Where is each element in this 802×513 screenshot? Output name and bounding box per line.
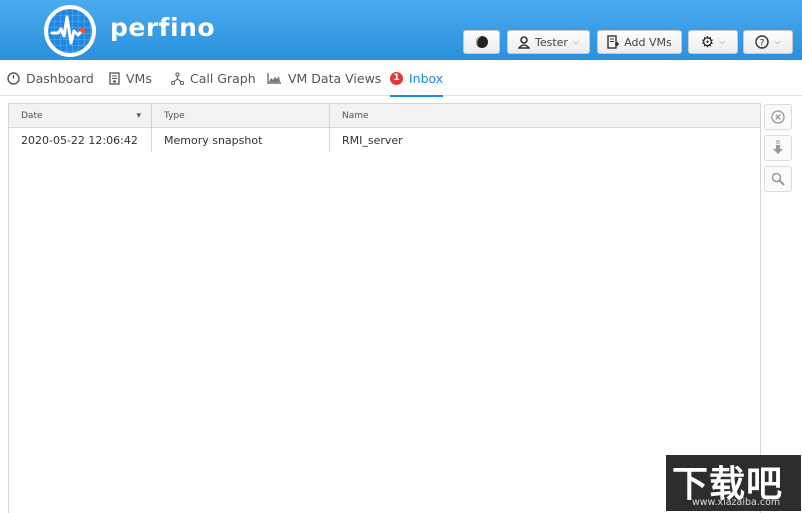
pulse-icon: [48, 9, 92, 53]
column-header-type[interactable]: Type: [152, 104, 330, 128]
settings-menu-button[interactable]: ⚙ ⌵: [688, 30, 738, 54]
tab-call-graph[interactable]: Call Graph: [171, 60, 256, 96]
watermark-url: www.xiazaiba.com: [692, 497, 781, 508]
chart-icon: [267, 73, 281, 84]
svg-text:?: ?: [760, 39, 765, 49]
delete-button[interactable]: [764, 104, 792, 130]
user-label: Tester: [534, 35, 568, 49]
tab-label: VMs: [126, 70, 152, 86]
server-icon: [109, 71, 120, 85]
chevron-down-icon: ⌵: [572, 37, 580, 46]
tab-inbox[interactable]: 1 Inbox: [390, 60, 444, 97]
cell-name: RMI_server: [342, 133, 403, 147]
inbox-table: Date ▾ Type Name 2020-05-22 12:06:42 Mem…: [8, 103, 761, 513]
chevron-down-icon: ⌵: [774, 37, 781, 46]
column-label: Type: [164, 111, 185, 121]
help-menu-button[interactable]: ? ⌵: [743, 30, 793, 54]
brand-name: perfino: [110, 13, 216, 42]
table-row[interactable]: 2020-05-22 12:06:42 Memory snapshot RMI_…: [9, 128, 760, 152]
search-icon: [771, 172, 785, 186]
theme-toggle-icon: [475, 36, 488, 48]
perfino-logo: [44, 5, 96, 57]
tab-vm-data-views[interactable]: VM Data Views: [267, 60, 381, 96]
tab-dashboard[interactable]: Dashboard: [7, 60, 94, 96]
tab-vms[interactable]: VMs: [109, 60, 152, 96]
add-vm-icon: [607, 35, 620, 49]
watermark: 下载吧 www.xiazaiba.com: [666, 455, 801, 511]
close-circle-icon: [771, 110, 785, 124]
user-menu-button[interactable]: Tester ⌵: [507, 30, 590, 54]
column-label: Name: [342, 111, 369, 121]
column-header-name[interactable]: Name: [330, 104, 760, 128]
app-header: perfino Tester ⌵ Add VMs ⚙ ⌵ ? ⌵: [0, 0, 802, 60]
table-header: Date ▾ Type Name: [9, 104, 760, 128]
column-header-date[interactable]: Date ▾: [9, 104, 152, 128]
cell-type: Memory snapshot: [152, 128, 330, 152]
add-vms-label: Add VMs: [624, 35, 672, 49]
chevron-down-icon: ⌵: [719, 37, 726, 46]
user-icon: [517, 35, 530, 49]
view-button[interactable]: [764, 166, 792, 192]
download-button[interactable]: [764, 135, 792, 161]
column-label: Date: [21, 111, 43, 121]
sort-desc-icon: ▾: [136, 111, 141, 121]
add-vms-button[interactable]: Add VMs: [597, 30, 682, 54]
call-graph-icon: [171, 71, 184, 85]
dashboard-icon: [7, 71, 20, 85]
download-icon: [773, 140, 783, 154]
theme-toggle-button[interactable]: [463, 30, 500, 54]
gear-icon: ⚙: [700, 33, 715, 51]
tab-label: Dashboard: [26, 70, 94, 86]
main-tabs: Dashboard VMs Call Graph VM Data Views 1…: [0, 60, 802, 97]
cell-date: 2020-05-22 12:06:42: [9, 128, 152, 152]
tab-label: VM Data Views: [288, 70, 382, 86]
tab-label: Inbox: [409, 70, 444, 86]
tab-label: Call Graph: [190, 70, 256, 86]
help-icon: ?: [755, 35, 770, 49]
inbox-badge: 1: [390, 71, 403, 85]
